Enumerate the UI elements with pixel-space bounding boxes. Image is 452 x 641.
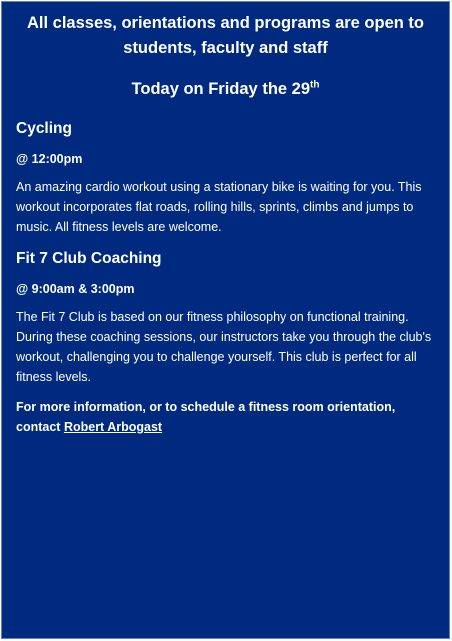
headline: All classes, orientations and programs a…	[26, 14, 425, 57]
announcement-panel: All classes, orientations and programs a…	[1, 1, 450, 639]
class-title: Fit 7 Club Coaching	[16, 250, 162, 267]
class-time: @ 12:00pm	[16, 152, 83, 166]
class-description: The Fit 7 Club is based on our fitness p…	[16, 310, 432, 384]
today-text: Today on Friday the 29	[131, 80, 311, 98]
today-heading: Today on Friday the 29th	[16, 77, 435, 101]
class-section-cycling: Cycling @ 12:00pm An amazing cardio work…	[16, 119, 435, 237]
contact-link[interactable]: Robert Arbogast	[64, 420, 162, 434]
class-description: An amazing cardio workout using a statio…	[16, 180, 422, 234]
today-ordinal-suffix: th	[310, 79, 320, 91]
class-title: Cycling	[16, 120, 72, 137]
class-time: @ 9:00am & 3:00pm	[16, 282, 135, 296]
class-section-fit7: Fit 7 Club Coaching @ 9:00am & 3:00pm Th…	[16, 249, 435, 387]
contact-info: For more information, or to schedule a f…	[16, 397, 435, 437]
